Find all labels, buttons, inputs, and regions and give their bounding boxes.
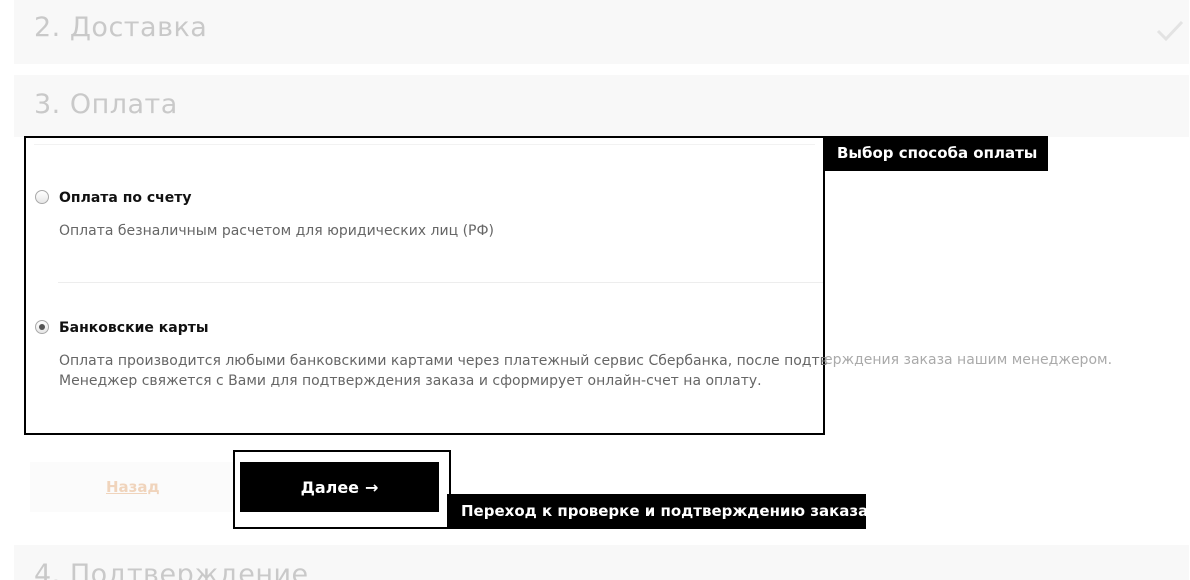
step-delivery-title: 2. Доставка — [34, 12, 208, 43]
payment-invoice-radio[interactable] — [35, 190, 49, 204]
step-payment-header: 3. Оплата — [14, 75, 1189, 137]
payment-card-description-line2: Менеджер свяжется с Вами для подтвержден… — [59, 373, 762, 389]
back-link[interactable]: Назад — [106, 478, 160, 496]
payment-card-description-overflow: ерждения заказа нашим менеджером. — [824, 352, 1113, 368]
callout-next-step: Переход к проверке и подтверждению заказ… — [447, 494, 868, 529]
payment-invoice-label[interactable]: Оплата по счету — [59, 190, 192, 206]
step-payment-title: 3. Оплата — [34, 89, 178, 120]
step-delivery-header[interactable]: 2. Доставка — [14, 0, 1189, 64]
options-divider — [58, 282, 823, 283]
check-icon — [1156, 20, 1184, 42]
arrow-right-icon: → — [365, 477, 379, 497]
callout-payment-choice: Выбор способа оплаты — [823, 136, 1048, 171]
next-button[interactable]: Далее → — [240, 462, 439, 512]
payment-options-panel: Оплата по счету Оплата безналичным расче… — [24, 136, 828, 435]
payment-card-radio[interactable] — [35, 320, 49, 334]
panel-top-divider — [34, 144, 815, 145]
payment-invoice-description: Оплата безналичным расчетом для юридичес… — [59, 223, 494, 239]
step-confirm-title: 4. Подтверждение — [34, 559, 309, 580]
payment-card-label[interactable]: Банковские карты — [59, 320, 209, 336]
step-confirm-header: 4. Подтверждение — [14, 545, 1189, 580]
next-button-label: Далее — [300, 477, 360, 497]
payment-card-description-line1: Оплата производится любыми банковскими к… — [59, 353, 828, 369]
